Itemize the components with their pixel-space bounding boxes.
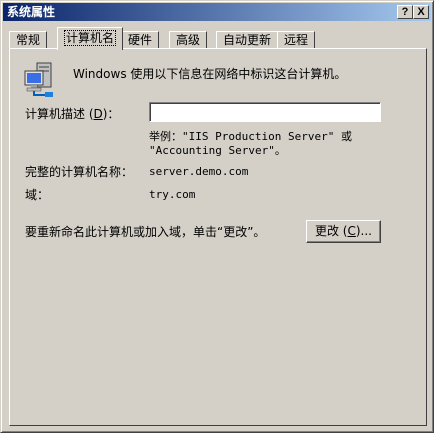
help-button[interactable]: ? [397,5,413,19]
domain-label: 域： [25,188,50,202]
window-title: 系统属性 [7,5,56,19]
tab-computer-name[interactable]: 计算机名 [57,27,124,50]
tab-advanced-label: 高级 [176,33,201,47]
tab-automatic-updates[interactable]: 自动更新 [216,31,279,49]
tab-general-label: 常规 [16,33,41,47]
title-bar[interactable]: 系统属性 ? X [3,3,431,21]
system-properties-window: 系统属性 ? X 常规 计算机名 硬件 高级 自动更新 远程 Windows 使… [0,0,434,433]
computer-network-icon [23,61,59,97]
tab-strip: 常规 计算机名 硬件 高级 自动更新 远程 [9,27,429,50]
tab-advanced[interactable]: 高级 [169,31,208,49]
full-computer-name-value: server.demo.com [149,165,249,178]
example-text-line-2: "Accounting Server"。 [149,144,286,157]
tab-automatic-updates-label: 自动更新 [223,33,272,47]
tab-remote-label: 远程 [284,33,309,47]
close-button[interactable]: X [413,5,429,19]
tab-computer-name-label: 计算机名 [64,30,117,46]
tab-hardware[interactable]: 硬件 [121,31,160,49]
tab-remote[interactable]: 远程 [277,31,316,49]
rename-instruction-text: 要重新命名此计算机或加入域，单击“更改”。 [25,225,266,239]
domain-value: try.com [149,188,196,201]
computer-description-input[interactable] [149,102,381,122]
tab-hardware-label: 硬件 [128,33,153,47]
tab-general[interactable]: 常规 [9,31,48,49]
intro-text: Windows 使用以下信息在网络中标识这台计算机。 [73,67,347,81]
computer-description-label: 计算机描述 (D)： [25,107,120,121]
full-computer-name-label: 完整的计算机名称： [25,165,134,179]
change-button[interactable]: 更改 (C)... [306,220,381,243]
